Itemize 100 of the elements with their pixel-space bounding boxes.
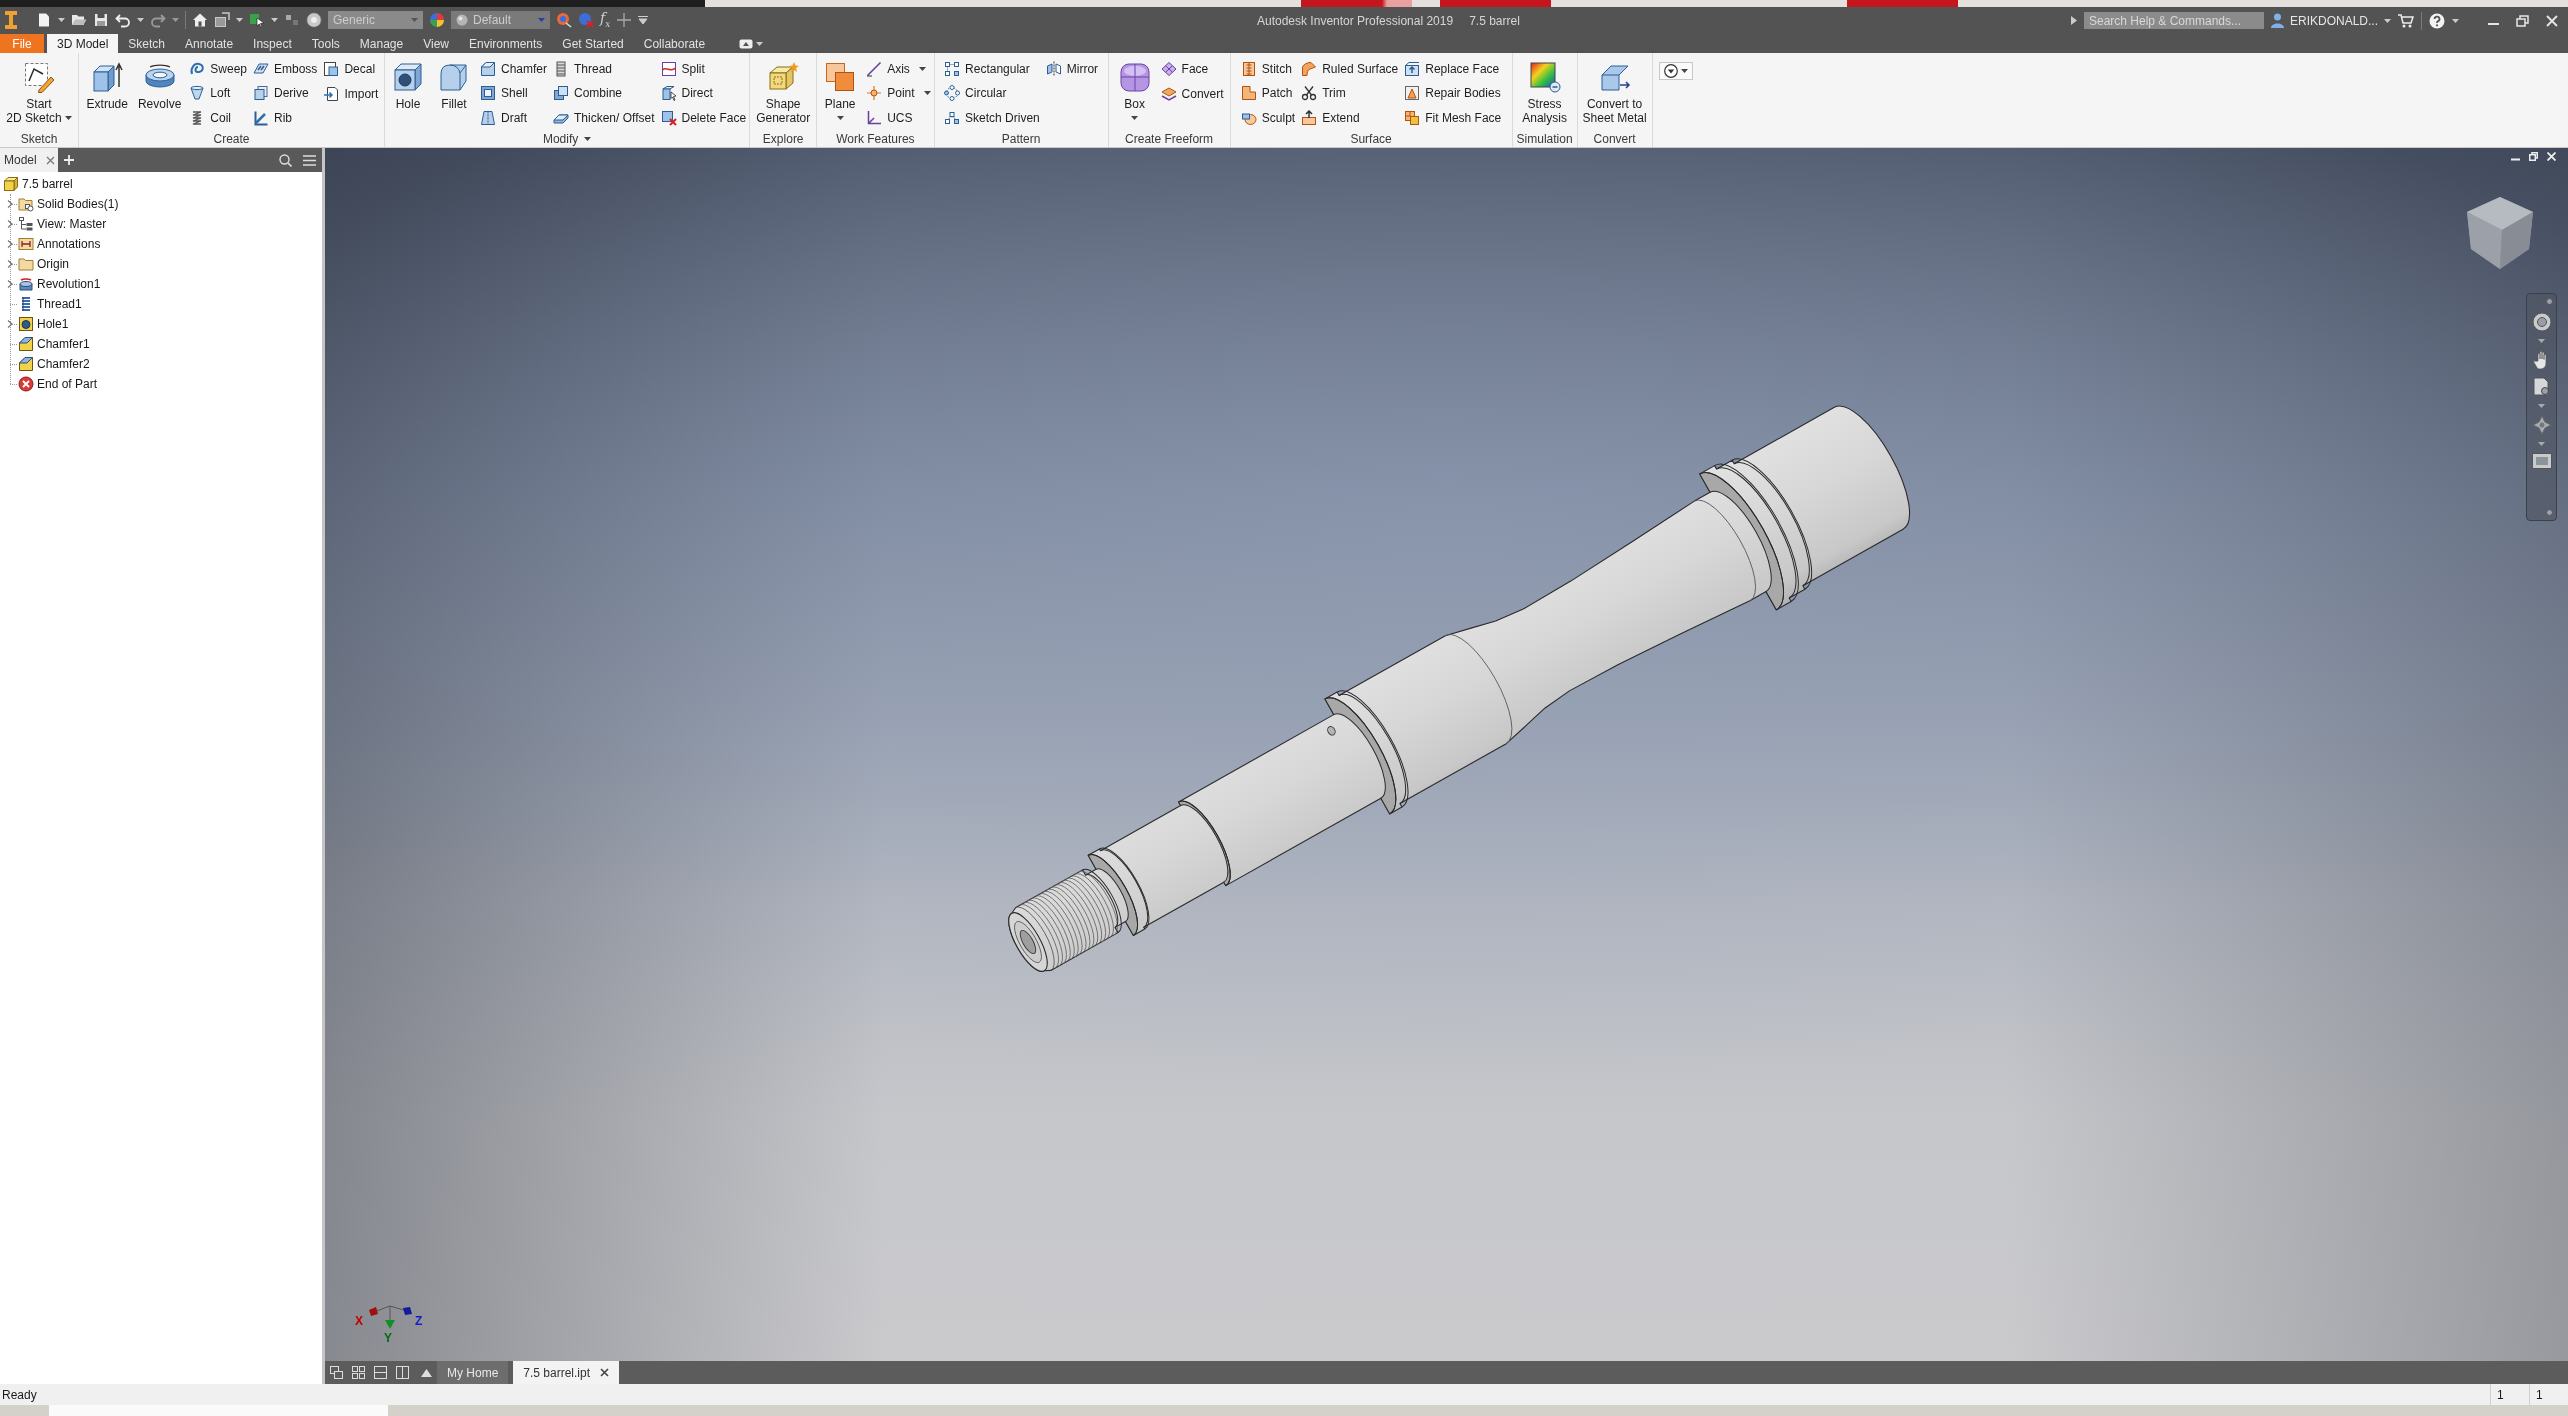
- tree-item[interactable]: Origin: [0, 254, 69, 274]
- cart-icon[interactable]: [2398, 13, 2414, 28]
- chevron-right-icon[interactable]: [5, 219, 15, 229]
- ribbon-button[interactable]: Axis: [866, 57, 931, 82]
- plus-icon[interactable]: [616, 12, 633, 29]
- expand-arrow-icon[interactable]: [2070, 16, 2077, 25]
- ribbon-tab[interactable]: View: [413, 34, 459, 53]
- ribbon-button[interactable]: Face: [1160, 57, 1224, 82]
- search-field[interactable]: Search Help & Commands...: [2083, 12, 2264, 29]
- split-horizontal-icon[interactable]: [374, 1366, 387, 1379]
- help-icon[interactable]: [2429, 12, 2445, 29]
- tree-item[interactable]: 7.5 barrel: [0, 174, 73, 194]
- ribbon-button[interactable]: Chamfer: [480, 57, 547, 82]
- ribbon-button[interactable]: Replace Face: [1404, 57, 1502, 82]
- ribbon-button[interactable]: Shape Generator: [754, 53, 813, 130]
- chevron-right-icon[interactable]: [5, 239, 15, 249]
- ribbon-tab[interactable]: Annotate: [175, 34, 244, 53]
- ribbon-button[interactable]: Point: [866, 81, 931, 106]
- chevron-right-icon[interactable]: [5, 319, 15, 329]
- ribbon-tab[interactable]: Get Started: [552, 34, 634, 53]
- ribbon-button[interactable]: Coil: [189, 105, 247, 130]
- chevron-right-icon[interactable]: [5, 259, 15, 269]
- steering-wheel-icon[interactable]: [2531, 312, 2552, 332]
- caret-icon[interactable]: [58, 18, 65, 23]
- cascade-windows-icon[interactable]: [330, 1366, 343, 1379]
- redo-icon[interactable]: [150, 12, 166, 29]
- home-icon[interactable]: [192, 12, 208, 29]
- user-menu[interactable]: ERIKDONALD...: [2270, 13, 2391, 28]
- ribbon-button[interactable]: Fit Mesh Face: [1404, 105, 1502, 130]
- ribbon-tab[interactable]: Tools: [301, 34, 350, 53]
- tree-item[interactable]: Thread1: [0, 294, 82, 314]
- tree-item[interactable]: Annotations: [0, 234, 101, 254]
- ribbon-button[interactable]: Split: [660, 57, 747, 82]
- ribbon-button[interactable]: Sweep: [189, 57, 247, 82]
- ribbon-button[interactable]: Sketch Driven: [944, 105, 1040, 130]
- ribbon-button[interactable]: Sculpt: [1240, 105, 1296, 130]
- ribbon-button[interactable]: Plane: [820, 53, 861, 130]
- ribbon-tab[interactable]: Manage: [349, 34, 414, 53]
- ribbon-button[interactable]: Hole: [388, 53, 428, 130]
- ribbon-button[interactable]: Rectangular: [944, 57, 1040, 82]
- customize-caret-icon[interactable]: [638, 16, 649, 25]
- tile-windows-icon[interactable]: [352, 1366, 365, 1379]
- ribbon-button[interactable]: Combine: [553, 81, 655, 106]
- ribbon-button[interactable]: Convert: [1160, 81, 1224, 106]
- caret-icon[interactable]: [756, 41, 764, 46]
- select-cursor-icon[interactable]: [249, 12, 265, 29]
- ribbon-button[interactable]: UCS: [866, 105, 931, 130]
- ribbon-tab[interactable]: Environments: [459, 34, 553, 53]
- document-tab[interactable]: My Home: [437, 1361, 509, 1384]
- browser-tab[interactable]: Model: [0, 148, 58, 172]
- ribbon-button[interactable]: Mirror: [1045, 57, 1099, 82]
- ribbon-button[interactable]: Circular: [944, 81, 1040, 106]
- ribbon-button[interactable]: Start 2D Sketch: [4, 53, 74, 130]
- save-icon[interactable]: [93, 12, 109, 29]
- tree-item[interactable]: Chamfer2: [0, 354, 90, 374]
- restore-icon[interactable]: [2516, 14, 2529, 27]
- ribbon-button[interactable]: Derive: [253, 81, 318, 106]
- view-face-icon[interactable]: [2531, 453, 2552, 469]
- ribbon-button[interactable]: Ruled Surface: [1301, 57, 1399, 82]
- small-circle-icon[interactable]: [2546, 509, 2553, 516]
- ribbon-button[interactable]: Fillet: [434, 53, 474, 130]
- screen-toggle-icon[interactable]: [739, 38, 754, 49]
- up-triangle-icon[interactable]: [421, 1368, 432, 1377]
- ribbon-button[interactable]: Import: [323, 81, 379, 106]
- caret-icon[interactable]: [2452, 18, 2459, 23]
- ribbon-button[interactable]: Revolve: [135, 53, 184, 130]
- panel-title[interactable]: Modify: [542, 131, 579, 146]
- small-circle-icon[interactable]: [2546, 298, 2553, 305]
- tree-item[interactable]: Chamfer1: [0, 334, 90, 354]
- split-vertical-icon[interactable]: [396, 1366, 409, 1379]
- ribbon-button[interactable]: Convert to Sheet Metal: [1580, 53, 1649, 130]
- caret-icon[interactable]: [236, 18, 243, 23]
- ribbon-button[interactable]: Decal: [323, 57, 379, 82]
- tree-item[interactable]: Hole1: [0, 314, 69, 334]
- ribbon-tab[interactable]: 3D Model: [47, 34, 119, 53]
- ribbon-button[interactable]: Extrude: [84, 53, 130, 130]
- ribbon-options-button[interactable]: [1658, 62, 1693, 80]
- restore-icon[interactable]: [2529, 152, 2538, 161]
- caret-icon[interactable]: [271, 18, 278, 23]
- tree-item[interactable]: View: Master: [0, 214, 107, 234]
- ribbon-button[interactable]: Loft: [189, 81, 247, 106]
- app-logo-icon[interactable]: [4, 10, 18, 31]
- appearance-adjust-icon[interactable]: [556, 12, 572, 29]
- view-cube[interactable]: [2465, 195, 2535, 271]
- ribbon-button[interactable]: Rib: [253, 105, 318, 130]
- chevron-right-icon[interactable]: [5, 199, 15, 209]
- parameters-button[interactable]: f$_{x}$: [600, 8, 611, 33]
- document-tab[interactable]: 7.5 barrel.ipt: [513, 1361, 620, 1384]
- ribbon-tab[interactable]: Inspect: [243, 34, 302, 53]
- ribbon-button[interactable]: Extend: [1301, 105, 1399, 130]
- caret-icon[interactable]: [137, 18, 144, 23]
- menu-icon[interactable]: [303, 154, 316, 166]
- ribbon-button[interactable]: Draft: [480, 105, 547, 130]
- ribbon-button[interactable]: Trim: [1301, 81, 1399, 106]
- close-icon[interactable]: [600, 1368, 610, 1377]
- ribbon-button[interactable]: Stress Analysis: [1520, 53, 1569, 130]
- ribbon-button[interactable]: Direct: [660, 81, 747, 106]
- zoom-page-icon[interactable]: [2532, 377, 2551, 397]
- ribbon-button[interactable]: Delete Face: [660, 105, 747, 130]
- ribbon-button[interactable]: Box: [1114, 53, 1155, 130]
